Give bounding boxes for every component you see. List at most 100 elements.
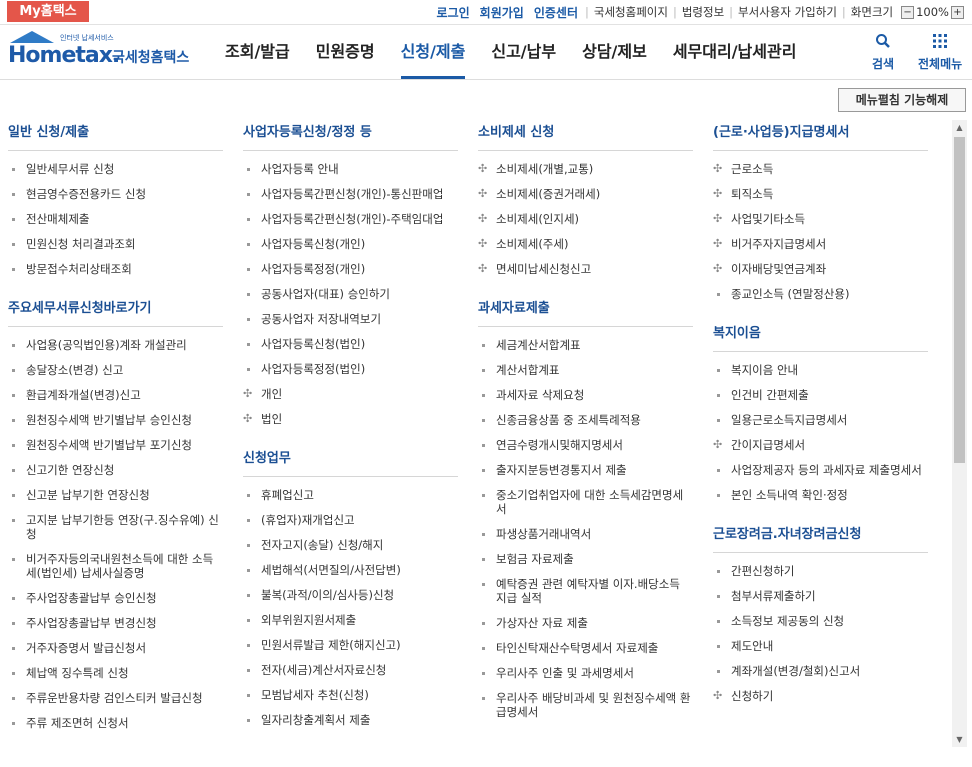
menu-item[interactable]: 중소기업취업자에 대한 소득세감면명세서 xyxy=(478,483,693,522)
expandable-menu-item[interactable]: 소비제세(인지세) xyxy=(478,207,693,232)
menu-item[interactable]: 현금영수증전용카드 신청 xyxy=(8,182,223,207)
menu-item[interactable]: 계좌개설(변경/철회)신고서 xyxy=(713,659,928,684)
menu-item[interactable]: 고지분 납부기한등 연장(구.징수유예) 신청 xyxy=(8,508,223,547)
menu-item[interactable]: 세법해석(서면질의/사전답변) xyxy=(243,558,458,583)
menu-item[interactable]: 첨부서류제출하기 xyxy=(713,584,928,609)
menu-item[interactable]: 모범납세자 추천(신청) xyxy=(243,683,458,708)
expandable-menu-item[interactable]: 신청하기 xyxy=(713,684,928,709)
signup-link[interactable]: 회원가입 xyxy=(480,4,524,21)
nav-report-pay[interactable]: 신고/납부 xyxy=(478,25,569,79)
menu-item[interactable]: 사업용(공익법인용)계좌 개설관리 xyxy=(8,333,223,358)
menu-item[interactable]: 휴폐업신고 xyxy=(243,483,458,508)
menu-item[interactable]: 소득정보 제공동의 신청 xyxy=(713,609,928,634)
menu-item[interactable]: 종교인소득 (연말정산용) xyxy=(713,282,928,307)
menu-item[interactable]: 일자리창출계획서 제출 xyxy=(243,708,458,733)
scroll-up-arrow-icon[interactable]: ▲ xyxy=(952,120,967,135)
menu-item[interactable]: 민원서류발급 제한(해지신고) xyxy=(243,633,458,658)
expandable-menu-item[interactable]: 간이지급명세서 xyxy=(713,433,928,458)
expandable-menu-item[interactable]: 소비제세(주세) xyxy=(478,232,693,257)
menu-item[interactable]: 거주자증명서 발급신청서 xyxy=(8,636,223,661)
expandable-menu-item[interactable]: 법인 xyxy=(243,407,458,432)
menu-item[interactable]: 우리사주 인출 및 과세명세서 xyxy=(478,661,693,686)
menu-item[interactable]: 사업자등록 안내 xyxy=(243,157,458,182)
zoom-in-button[interactable]: + xyxy=(951,5,964,19)
menu-item[interactable]: 환급계좌개설(변경)신고 xyxy=(8,383,223,408)
menu-item[interactable]: 사업자등록간편신청(개인)-통신판매업 xyxy=(243,182,458,207)
scroll-down-arrow-icon[interactable]: ▼ xyxy=(952,732,967,747)
menu-item[interactable]: 신고분 납부기한 연장신청 xyxy=(8,483,223,508)
expandable-menu-item[interactable]: 면세미납세신청신고 xyxy=(478,257,693,282)
menu-item[interactable]: 민원신청 처리결과조회 xyxy=(8,232,223,257)
expandable-menu-item[interactable]: 근로소득 xyxy=(713,157,928,182)
cert-center-link[interactable]: 인증센터 xyxy=(534,4,578,21)
search-button[interactable]: 검색 xyxy=(872,33,894,72)
vertical-scrollbar[interactable]: ▲ ▼ xyxy=(952,120,967,747)
menu-item[interactable]: 파생상품거래내역서 xyxy=(478,522,693,547)
menu-item[interactable]: 사업장제공자 등의 과세자료 제출명세서 xyxy=(713,458,928,483)
menu-item[interactable]: 불복(과적/이의/심사등)신청 xyxy=(243,583,458,608)
nav-agent[interactable]: 세무대리/납세관리 xyxy=(660,25,810,79)
menu-item[interactable]: 원천징수세액 반기별납부 포기신청 xyxy=(8,433,223,458)
dept-user-signup-link[interactable]: 부서사용자 가입하기 xyxy=(738,4,837,20)
expandable-menu-item[interactable]: 소비제세(증권거래세) xyxy=(478,182,693,207)
menu-item[interactable]: 전산매체제출 xyxy=(8,207,223,232)
menu-item[interactable]: 공동사업자(대표) 승인하기 xyxy=(243,282,458,307)
menu-item[interactable]: 외부위원지원서제출 xyxy=(243,608,458,633)
menu-item[interactable]: 사업자등록신청(법인) xyxy=(243,332,458,357)
menu-item[interactable]: 제도안내 xyxy=(713,634,928,659)
menu-item[interactable]: (휴업자)재개업신고 xyxy=(243,508,458,533)
hometax-logo[interactable]: 인터넷 납세서비스 Hometax. 국세청홈택스 xyxy=(8,31,193,71)
menu-item[interactable]: 원천징수세액 반기별납부 승인신청 xyxy=(8,408,223,433)
expandable-menu-item[interactable]: 비거주자지급명세서 xyxy=(713,232,928,257)
nav-certificates[interactable]: 민원증명 xyxy=(303,25,388,79)
menu-item[interactable]: 주류운반용차량 검인스티커 발급신청 xyxy=(8,686,223,711)
menu-item[interactable]: 인건비 간편제출 xyxy=(713,383,928,408)
menu-item[interactable]: 송달장소(변경) 신고 xyxy=(8,358,223,383)
nts-homepage-link[interactable]: 국세청홈페이지 xyxy=(594,4,668,20)
menu-item[interactable]: 사업자등록정정(개인) xyxy=(243,257,458,282)
expandable-menu-item[interactable]: 이자배당및연금계좌 xyxy=(713,257,928,282)
law-info-link[interactable]: 법령정보 xyxy=(682,4,724,20)
menu-item[interactable]: 출자지분등변경통지서 제출 xyxy=(478,458,693,483)
expandable-menu-item[interactable]: 퇴직소득 xyxy=(713,182,928,207)
mytax-button[interactable]: My홈택스 xyxy=(7,1,89,22)
scroll-thumb[interactable] xyxy=(954,137,965,463)
login-link[interactable]: 로그인 xyxy=(437,4,470,21)
menu-item[interactable]: 사업자등록간편신청(개인)-주택임대업 xyxy=(243,207,458,232)
menu-item[interactable]: 과세자료 삭제요청 xyxy=(478,383,693,408)
menu-item[interactable]: 타인신탁재산수탁명세서 자료제출 xyxy=(478,636,693,661)
nav-consult[interactable]: 상담/제보 xyxy=(569,25,660,79)
menu-item[interactable]: 주사업장총괄납부 승인신청 xyxy=(8,586,223,611)
menu-item[interactable]: 방문접수처리상태조회 xyxy=(8,257,223,282)
menu-item[interactable]: 전자(세금)계산서자료신청 xyxy=(243,658,458,683)
menu-item[interactable]: 일반세무서류 신청 xyxy=(8,157,223,182)
nav-apply-submit[interactable]: 신청/제출 xyxy=(388,25,479,79)
menu-item[interactable]: 주사업장총괄납부 변경신청 xyxy=(8,611,223,636)
menu-item[interactable]: 세금계산서합계표 xyxy=(478,333,693,358)
menu-item[interactable]: 사업자등록정정(법인) xyxy=(243,357,458,382)
all-menu-button[interactable]: 전체메뉴 xyxy=(918,33,962,72)
menu-item[interactable]: 계산서합계표 xyxy=(478,358,693,383)
menu-item[interactable]: 주류 제조면허 신청서 xyxy=(8,711,223,736)
menu-item[interactable]: 체납액 징수특례 신청 xyxy=(8,661,223,686)
zoom-out-button[interactable]: − xyxy=(901,5,915,19)
menu-item[interactable]: 예탁증권 관련 예탁자별 이자.배당소득 지급 실적 xyxy=(478,572,693,611)
menu-item[interactable]: 연금수령개시및해지명세서 xyxy=(478,433,693,458)
menu-item[interactable]: 공동사업자 저장내역보기 xyxy=(243,307,458,332)
menu-expand-toggle-button[interactable]: 메뉴펼침 기능해제 xyxy=(838,88,966,112)
menu-item[interactable]: 본인 소득내역 확인·정정 xyxy=(713,483,928,508)
expandable-menu-item[interactable]: 개인 xyxy=(243,382,458,407)
expandable-menu-item[interactable]: 사업및기타소득 xyxy=(713,207,928,232)
menu-item[interactable]: 일용근로소득지급명세서 xyxy=(713,408,928,433)
menu-item[interactable]: 가상자산 자료 제출 xyxy=(478,611,693,636)
menu-item[interactable]: 우리사주 배당비과세 및 원천징수세액 환급명세서 xyxy=(478,686,693,725)
nav-inquiry[interactable]: 조회/발급 xyxy=(212,25,303,79)
expandable-menu-item[interactable]: 소비제세(개별,교통) xyxy=(478,157,693,182)
menu-item[interactable]: 신종금융상품 중 조세특례적용 xyxy=(478,408,693,433)
menu-item[interactable]: 복지이음 안내 xyxy=(713,358,928,383)
menu-item[interactable]: 간편신청하기 xyxy=(713,559,928,584)
menu-item[interactable]: 비거주자등의국내원천소득에 대한 소득세(법인세) 납세사실증명 xyxy=(8,547,223,586)
menu-item[interactable]: 사업자등록신청(개인) xyxy=(243,232,458,257)
menu-item[interactable]: 보험금 자료제출 xyxy=(478,547,693,572)
menu-item[interactable]: 전자고지(송달) 신청/해지 xyxy=(243,533,458,558)
